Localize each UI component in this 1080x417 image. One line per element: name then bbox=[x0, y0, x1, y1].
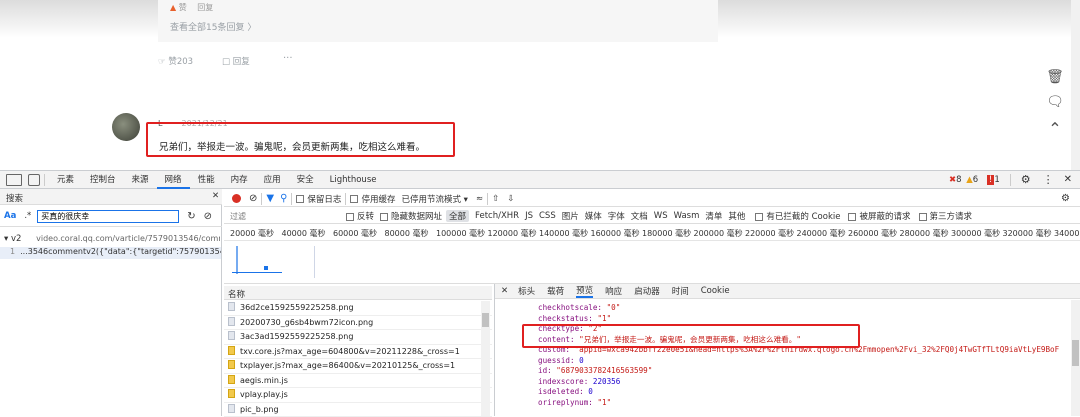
json-preview: checkhotscale: "0"checkstatus: "1"checkt… bbox=[0, 171, 1069, 416]
replies-card: ▲ 赞 回复 查看全部15条回复 〉 bbox=[158, 0, 718, 42]
json-property[interactable]: guessid: 0 bbox=[538, 356, 584, 367]
json-key: id: bbox=[538, 366, 556, 375]
reply-button[interactable]: □ 回复 bbox=[222, 55, 250, 67]
json-property[interactable]: indexscore: 220356 bbox=[538, 377, 620, 388]
reply-row: ▲ 赞 回复 bbox=[170, 2, 213, 13]
json-key: guessid: bbox=[538, 356, 579, 365]
json-key: indexscore: bbox=[538, 377, 593, 386]
reply-author: 赞 bbox=[179, 3, 187, 12]
json-value: 0 bbox=[579, 356, 584, 365]
json-property[interactable]: checkhotscale: "0" bbox=[538, 303, 620, 314]
preview-scrollbar[interactable] bbox=[1071, 300, 1080, 416]
devtools-panel: 元素 控制台 来源 网络 性能 内存 应用 安全 Lighthouse ✖8 ▲… bbox=[0, 170, 1080, 415]
web-page: ▲ 赞 回复 查看全部15条回复 〉 ☞ 赞203 □ 回复 ··· L· 20… bbox=[0, 0, 1080, 170]
json-value: "1" bbox=[597, 314, 611, 323]
chevron-up-icon[interactable]: ⌃ bbox=[1044, 117, 1066, 139]
like-button[interactable]: ☞ 赞203 bbox=[158, 55, 193, 67]
json-property[interactable]: id: "6879033782416563599" bbox=[538, 366, 652, 377]
json-value: "6879033782416563599" bbox=[556, 366, 652, 375]
flame-icon: ▲ bbox=[170, 3, 176, 12]
highlight-box-content bbox=[522, 324, 860, 348]
page-scrollbar[interactable] bbox=[1071, 0, 1080, 170]
json-key: orireplynum: bbox=[538, 398, 597, 407]
json-property[interactable]: checkstatus: "1" bbox=[538, 314, 611, 325]
reply-label: 回复 bbox=[233, 57, 250, 67]
reply-meta[interactable]: 回复 bbox=[197, 3, 213, 12]
json-value: 0 bbox=[588, 387, 593, 396]
json-property[interactable]: orireplynum: "1" bbox=[538, 398, 611, 409]
json-key: checkstatus: bbox=[538, 314, 597, 323]
json-value: 220356 bbox=[593, 377, 620, 386]
thumbs-up-icon: ☞ bbox=[158, 57, 166, 67]
trash-icon[interactable]: 🗑 bbox=[1044, 66, 1066, 88]
more-button[interactable]: ··· bbox=[283, 53, 293, 64]
avatar[interactable] bbox=[112, 113, 140, 141]
like-count: 赞203 bbox=[168, 57, 193, 67]
highlight-box-comment bbox=[146, 122, 455, 157]
view-all-replies-link[interactable]: 查看全部15条回复 〉 bbox=[170, 20, 256, 33]
json-value: "0" bbox=[607, 303, 621, 312]
json-key: isdeleted: bbox=[538, 387, 588, 396]
chat-bubble-icon[interactable]: 🗨 bbox=[1044, 91, 1066, 113]
comment-icon: □ bbox=[222, 57, 230, 67]
json-key: checkhotscale: bbox=[538, 303, 607, 312]
json-property[interactable]: isdeleted: 0 bbox=[538, 387, 593, 398]
json-value: "1" bbox=[597, 398, 611, 407]
